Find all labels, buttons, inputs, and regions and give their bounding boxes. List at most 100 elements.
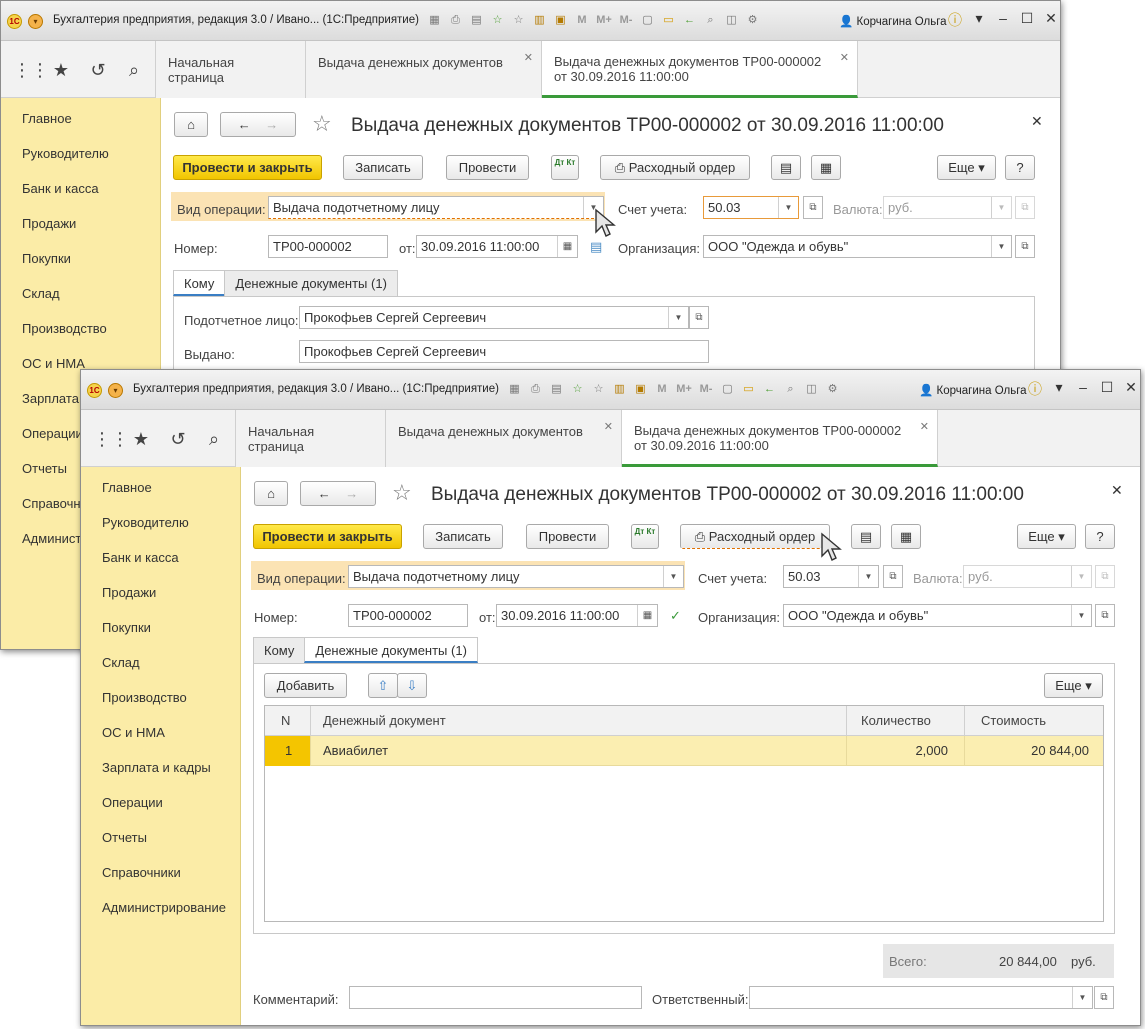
sidebar-item-production[interactable]: Производство <box>22 321 107 336</box>
chevron-down-icon[interactable]: ▾ <box>1052 379 1066 399</box>
favorites-icon[interactable]: ☆ <box>590 381 607 398</box>
tab-to-whom[interactable]: Кому <box>253 637 306 663</box>
date-input[interactable]: 30.09.2016 11:00:00 ▦ <box>416 235 578 258</box>
chevron-down-icon[interactable]: ▼ <box>1071 605 1091 626</box>
open-icon[interactable]: ⧉ <box>883 565 903 588</box>
back-icon[interactable]: ← <box>761 381 778 398</box>
search-icon[interactable]: ⌕ <box>123 60 145 81</box>
tab-money-docs[interactable]: Денежные документы (1) <box>304 637 478 663</box>
sidebar-item-warehouse[interactable]: Склад <box>102 655 140 670</box>
chevron-down-icon[interactable]: ▼ <box>663 566 683 587</box>
maximize-icon[interactable]: ☐ <box>1100 379 1114 399</box>
close-form-icon[interactable]: ✕ <box>1111 482 1123 499</box>
col-cost[interactable]: Стоимость <box>965 706 1105 736</box>
sidebar-item-manager[interactable]: Руководителю <box>102 515 189 530</box>
sidebar-item-sales[interactable]: Продажи <box>22 216 76 231</box>
back-arrow-icon[interactable]: ← <box>318 486 331 501</box>
preview-icon[interactable]: ▤ <box>468 12 485 29</box>
tab-documents-list[interactable]: Выдача денежных документов ✕ <box>306 41 542 98</box>
close-icon[interactable]: ✕ <box>1124 379 1138 399</box>
open-icon[interactable]: ⧉ <box>1095 604 1115 627</box>
number-input[interactable]: ТР00-000002 <box>348 604 468 627</box>
close-form-icon[interactable]: ✕ <box>1031 113 1043 130</box>
back-arrow-icon[interactable]: ← <box>238 117 251 132</box>
open-icon[interactable]: ⧉ <box>1015 235 1035 258</box>
add-button[interactable]: Добавить <box>264 673 347 698</box>
table-more-button[interactable]: Еще ▾ <box>1044 673 1103 698</box>
account-input[interactable]: 50.03 ▼ <box>703 196 799 219</box>
sidebar-item-operations[interactable]: Операции <box>102 795 163 810</box>
favorites-icon[interactable]: ☆ <box>510 12 527 29</box>
star-icon[interactable]: ★ <box>130 429 152 450</box>
cash-order-button[interactable]: ⎙ Расходный ордер <box>680 524 830 549</box>
sidebar-item-directories[interactable]: Справочн <box>22 496 81 511</box>
panels-icon[interactable]: ◫ <box>803 381 820 398</box>
m-label[interactable]: M <box>573 12 591 29</box>
info-icon[interactable]: ⓘ <box>1028 379 1042 399</box>
m-minus-label[interactable]: M- <box>697 381 715 398</box>
calculator-icon[interactable]: ▥ <box>611 381 628 398</box>
apps-grid-icon[interactable]: ⋮⋮ <box>93 429 129 450</box>
preview-icon[interactable]: ▤ <box>548 381 565 398</box>
col-n[interactable]: N <box>265 706 311 736</box>
tab-document[interactable]: Выдача денежных документов ТР00-000002 о… <box>622 410 938 467</box>
date-input[interactable]: 30.09.2016 11:00:00 ▦ <box>496 604 658 627</box>
close-tab-icon[interactable]: ✕ <box>604 420 613 433</box>
list-icon[interactable]: ▦ <box>891 524 921 549</box>
operation-select[interactable]: Выдача подотчетному лицу ▼ <box>268 196 604 219</box>
tab-document[interactable]: Выдача денежных документов ТР00-000002 о… <box>542 41 858 98</box>
sidebar-item-salary[interactable]: Зарплата <box>22 391 79 406</box>
minimize-icon[interactable]: – <box>1076 379 1090 399</box>
currency-input[interactable]: руб. ▼ <box>883 196 1012 219</box>
chevron-down-icon[interactable]: ▾ <box>972 10 986 30</box>
open-icon[interactable]: ▭ <box>740 381 757 398</box>
sidebar-item-warehouse[interactable]: Склад <box>22 286 60 301</box>
sidebar-item-assets[interactable]: ОС и НМА <box>102 725 165 740</box>
accountable-input[interactable]: Прокофьев Сергей Сергеевич ▼ <box>299 306 689 329</box>
cash-order-button[interactable]: ⎙ Расходный ордер <box>600 155 750 180</box>
move-down-icon[interactable]: ⇩ <box>397 673 427 698</box>
sidebar-item-admin[interactable]: Администрирование <box>102 900 226 915</box>
home-button[interactable]: ⌂ <box>174 112 208 137</box>
tab-documents-list[interactable]: Выдача денежных документов ✕ <box>386 410 622 467</box>
m-minus-label[interactable]: M- <box>617 12 635 29</box>
chevron-down-icon[interactable]: ▼ <box>1071 566 1091 587</box>
chevron-down-icon[interactable]: ▼ <box>991 197 1011 218</box>
notes-checked-icon[interactable]: ✓ <box>670 608 681 624</box>
save-icon[interactable]: ▦ <box>506 381 523 398</box>
open-icon[interactable]: ▭ <box>660 12 677 29</box>
post-close-button[interactable]: Провести и закрыть <box>173 155 322 180</box>
sidebar-item-admin[interactable]: Админист <box>22 531 81 546</box>
sidebar-item-purchases[interactable]: Покупки <box>22 251 71 266</box>
new-window-icon[interactable]: ▢ <box>719 381 736 398</box>
help-button[interactable]: ? <box>1085 524 1115 549</box>
chevron-down-icon[interactable]: ▼ <box>668 307 688 328</box>
close-tab-icon[interactable]: ✕ <box>920 420 929 435</box>
calendar-icon[interactable]: ▣ <box>552 12 569 29</box>
post-button[interactable]: Провести <box>526 524 609 549</box>
close-icon[interactable]: ✕ <box>1044 10 1058 30</box>
more-button[interactable]: Еще ▾ <box>1017 524 1076 549</box>
chevron-down-icon[interactable]: ▼ <box>778 197 798 218</box>
home-button[interactable]: ⌂ <box>254 481 288 506</box>
sidebar-item-reports[interactable]: Отчеты <box>102 830 147 845</box>
open-icon[interactable]: ⧉ <box>1094 986 1114 1009</box>
apps-grid-icon[interactable]: ⋮⋮ <box>13 60 49 81</box>
notes-icon[interactable]: ▤ <box>590 239 602 255</box>
help-button[interactable]: ? <box>1005 155 1035 180</box>
post-close-button[interactable]: Провести и закрыть <box>253 524 402 549</box>
forward-arrow-icon[interactable]: → <box>265 117 278 132</box>
save-icon[interactable]: ▦ <box>426 12 443 29</box>
sidebar-item-main[interactable]: Главное <box>102 480 152 495</box>
m-plus-label[interactable]: M+ <box>675 381 693 398</box>
dtkt-button[interactable]: Дт Кт <box>631 524 659 549</box>
search-icon[interactable]: ⌕ <box>203 429 225 450</box>
write-button[interactable]: Записать <box>423 524 503 549</box>
tab-to-whom[interactable]: Кому <box>173 270 226 296</box>
info-icon[interactable]: ⓘ <box>948 10 962 30</box>
sidebar-item-salary[interactable]: Зарплата и кадры <box>102 760 211 775</box>
move-up-icon[interactable]: ⇧ <box>368 673 398 698</box>
tab-money-docs[interactable]: Денежные документы (1) <box>224 270 398 296</box>
open-icon[interactable]: ⧉ <box>803 196 823 219</box>
user-menu[interactable]: 👤 Корчагина Ольга <box>919 383 1027 397</box>
